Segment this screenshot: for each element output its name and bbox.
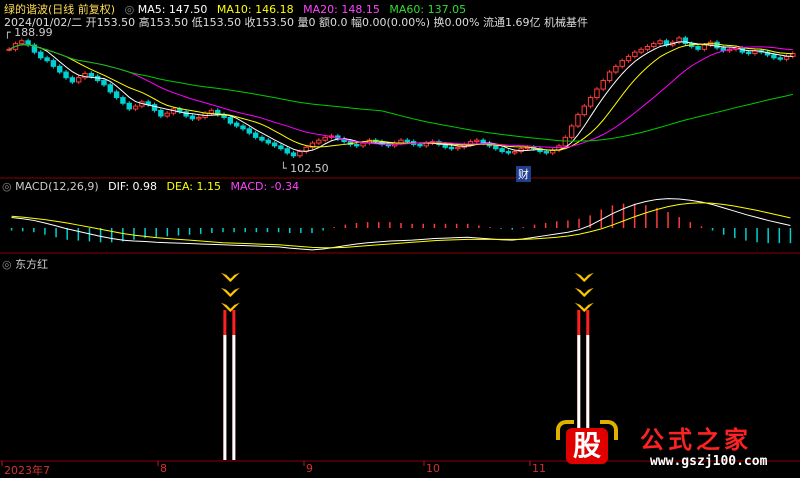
candle xyxy=(594,88,600,99)
x-axis-tick-label: 10 xyxy=(426,462,440,475)
candle xyxy=(354,143,360,147)
ma10-line xyxy=(8,43,793,151)
signal-arrow-icon xyxy=(575,272,594,283)
price-low-marker: └ 102.50 xyxy=(280,162,329,175)
candle xyxy=(252,132,259,138)
candle xyxy=(189,115,196,120)
candle xyxy=(196,116,202,120)
candle xyxy=(625,55,632,62)
candle xyxy=(613,65,619,73)
candle xyxy=(290,152,297,157)
candle xyxy=(107,84,113,93)
candle xyxy=(512,151,518,154)
candle xyxy=(208,109,215,114)
x-axis-tick-label: 9 xyxy=(306,462,313,475)
candle xyxy=(644,45,651,50)
candle xyxy=(771,54,777,59)
candle xyxy=(297,151,303,157)
candle xyxy=(606,71,613,82)
candle xyxy=(126,102,132,110)
candle xyxy=(417,143,423,147)
candle xyxy=(638,48,644,53)
financial-report-marker[interactable]: 财 xyxy=(516,166,531,182)
candle xyxy=(404,139,411,143)
candle xyxy=(284,148,290,154)
price-low-label: 102.50 xyxy=(290,162,329,175)
candle xyxy=(783,55,790,60)
x-axis-tick-label: 8 xyxy=(160,462,167,475)
candle xyxy=(701,44,708,50)
candle xyxy=(448,146,455,150)
x-axis-tick-label: 11 xyxy=(532,462,546,475)
candle xyxy=(57,65,63,73)
candle xyxy=(227,116,234,124)
candle xyxy=(745,51,752,55)
candle xyxy=(600,80,606,90)
signal-arrow-icon xyxy=(575,287,594,298)
candle xyxy=(246,128,253,134)
candle xyxy=(19,40,25,45)
candle xyxy=(240,125,246,130)
candle xyxy=(50,60,57,67)
candle xyxy=(44,57,50,62)
candle xyxy=(777,57,783,60)
candle xyxy=(265,139,271,144)
candle xyxy=(543,151,550,154)
candle xyxy=(474,139,480,143)
watermark-url: www.gszj100.com xyxy=(650,454,768,469)
candle xyxy=(120,97,126,104)
candle xyxy=(619,60,625,67)
candle xyxy=(581,105,587,116)
signal-arrow-icon xyxy=(221,272,240,283)
candle xyxy=(233,122,240,127)
candle xyxy=(499,148,505,153)
candle xyxy=(113,91,120,99)
candle xyxy=(88,72,95,77)
candle xyxy=(714,41,720,49)
candle xyxy=(587,97,594,107)
candle xyxy=(682,37,689,45)
candle xyxy=(695,45,701,50)
ma20-line xyxy=(8,44,793,149)
candle xyxy=(568,125,575,138)
ma5-line xyxy=(8,41,793,152)
candle xyxy=(316,139,322,144)
candle xyxy=(158,109,164,117)
candle xyxy=(322,136,328,141)
stock-chart[interactable] xyxy=(0,0,800,475)
candle xyxy=(632,51,638,57)
candle xyxy=(38,51,44,59)
candle xyxy=(480,139,486,144)
candle xyxy=(562,136,569,147)
candle xyxy=(271,142,278,147)
candle xyxy=(69,77,76,83)
candle xyxy=(132,105,139,110)
candle xyxy=(63,71,69,79)
candle xyxy=(455,146,461,150)
watermark-logo: 股 xyxy=(556,418,618,466)
candle xyxy=(6,48,12,51)
watermark-title: 公式之家 xyxy=(640,425,752,454)
candle xyxy=(75,77,82,83)
candle xyxy=(575,114,581,127)
candle xyxy=(651,43,657,47)
candle xyxy=(505,151,512,154)
signal-arrow-icon xyxy=(221,287,240,298)
ma60-line xyxy=(8,44,793,142)
candle xyxy=(259,136,265,141)
candle xyxy=(164,112,170,117)
candle xyxy=(278,145,284,150)
price-high-marker: ┌ 188.99 xyxy=(4,26,53,39)
candle xyxy=(493,145,499,150)
signal-bar xyxy=(223,335,227,460)
candle xyxy=(101,80,107,86)
price-high-label: 188.99 xyxy=(14,26,53,39)
candle xyxy=(657,40,663,45)
signal-bar xyxy=(232,335,236,460)
candle xyxy=(360,142,366,147)
x-axis-tick-label: 2023年7 xyxy=(4,464,50,477)
